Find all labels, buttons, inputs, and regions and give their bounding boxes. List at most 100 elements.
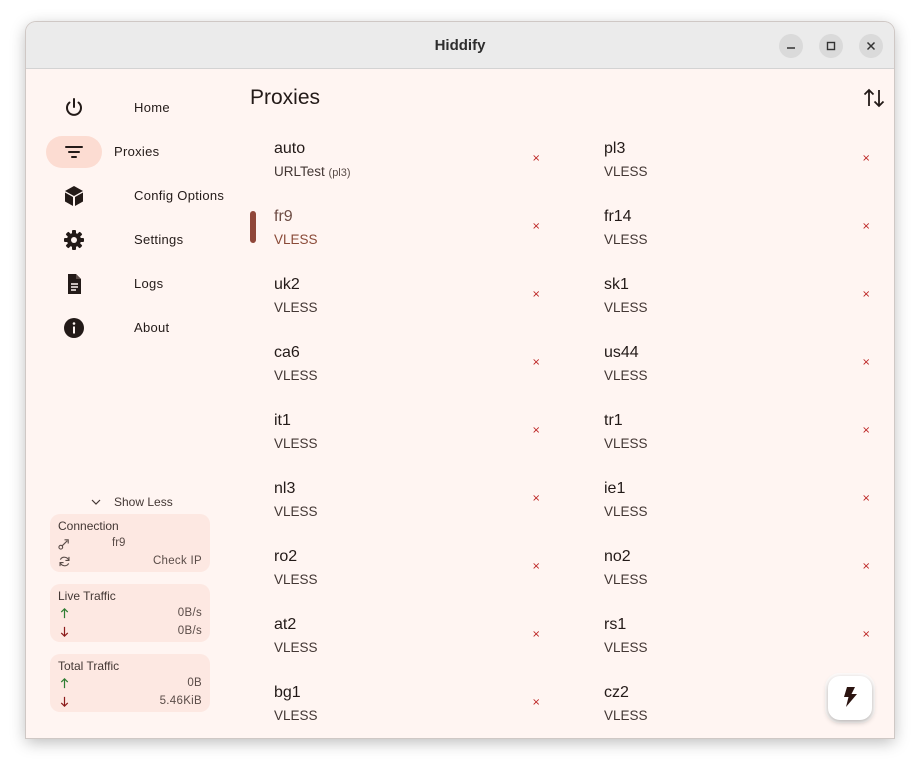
proxy-item[interactable]: auto URLTest (pl3) ×: [250, 134, 570, 202]
delay-indicator[interactable]: ×: [532, 290, 540, 300]
proxy-item[interactable]: nl3 VLESS ×: [250, 474, 570, 542]
proxy-name: auto: [274, 140, 306, 157]
proxy-type-label: VLESS: [604, 368, 648, 383]
proxy-type: VLESS: [274, 572, 318, 587]
proxy-name: ro2: [274, 548, 298, 565]
connection-card: Connection fr9 Check IP: [50, 514, 210, 572]
nav-item-about[interactable]: About: [46, 312, 206, 344]
quick-connect-button[interactable]: [828, 676, 872, 720]
nav-item-proxies[interactable]: [46, 136, 102, 168]
proxy-name: fr14: [604, 208, 632, 225]
proxy-type-label: VLESS: [274, 232, 318, 247]
proxy-item[interactable]: ro2 VLESS ×: [250, 542, 570, 610]
refresh-icon: [59, 556, 70, 567]
proxy-type-label: VLESS: [604, 504, 648, 519]
proxy-name: at2: [274, 616, 297, 633]
proxy-item[interactable]: tr1 VLESS ×: [580, 406, 890, 474]
proxy-item[interactable]: sk1 VLESS ×: [580, 270, 890, 338]
proxy-type: VLESS: [274, 708, 318, 723]
delay-indicator[interactable]: ×: [532, 222, 540, 232]
gear-icon: [64, 230, 84, 250]
proxy-type-label: VLESS: [604, 300, 648, 315]
title-bar[interactable]: Hiddify: [26, 22, 894, 69]
nav-item-config-options[interactable]: Config Options: [46, 180, 224, 212]
proxy-type: VLESS: [604, 164, 648, 179]
nav-label-proxies[interactable]: Proxies: [114, 144, 159, 159]
proxy-item[interactable]: ie1 VLESS ×: [580, 474, 890, 542]
delay-indicator[interactable]: ×: [532, 562, 540, 572]
nav-item-home[interactable]: Home: [46, 92, 206, 124]
proxy-item[interactable]: fr14 VLESS ×: [580, 202, 890, 270]
nav-item-settings[interactable]: Settings: [46, 224, 206, 256]
arrow-up-icon: [60, 608, 69, 619]
proxy-item[interactable]: no2 VLESS ×: [580, 542, 890, 610]
proxy-item[interactable]: pl3 VLESS ×: [580, 134, 890, 202]
minimize-button[interactable]: [779, 34, 803, 58]
route-icon: [58, 539, 69, 550]
delay-indicator[interactable]: ×: [862, 630, 870, 640]
proxy-item[interactable]: uk2 VLESS ×: [250, 270, 570, 338]
proxy-type: VLESS: [604, 436, 648, 451]
proxy-name: fr9: [274, 208, 293, 225]
proxy-type: VLESS: [604, 300, 648, 315]
proxy-type: VLESS: [274, 436, 318, 451]
proxy-item[interactable]: rs1 VLESS ×: [580, 610, 890, 678]
nav-label-about: About: [134, 320, 170, 335]
delay-indicator[interactable]: ×: [862, 426, 870, 436]
delay-indicator[interactable]: ×: [862, 290, 870, 300]
check-ip-button[interactable]: Check IP: [153, 555, 202, 567]
proxy-name: ie1: [604, 480, 626, 497]
connection-title: Connection: [58, 519, 119, 533]
proxy-type-label: VLESS: [274, 572, 318, 587]
delay-indicator[interactable]: ×: [532, 426, 540, 436]
proxy-item[interactable]: us44 VLESS ×: [580, 338, 890, 406]
proxy-type-label: VLESS: [604, 164, 648, 179]
proxy-type: VLESS: [604, 640, 648, 655]
connection-proxy-name: fr9: [112, 537, 126, 549]
proxy-item[interactable]: it1 VLESS ×: [250, 406, 570, 474]
close-button[interactable]: [859, 34, 883, 58]
delay-indicator[interactable]: ×: [532, 630, 540, 640]
proxy-name: nl3: [274, 480, 296, 497]
connection-proxy-row: fr9: [58, 536, 202, 552]
selected-indicator: [250, 211, 256, 243]
proxy-type-label: VLESS: [274, 708, 318, 723]
proxy-item[interactable]: at2 VLESS ×: [250, 610, 570, 678]
proxy-name: bg1: [274, 684, 301, 701]
delay-indicator[interactable]: ×: [532, 698, 540, 708]
proxy-type: URLTest (pl3): [274, 164, 351, 179]
proxy-type: VLESS: [604, 368, 648, 383]
sort-button[interactable]: [860, 84, 888, 112]
maximize-icon: [826, 41, 836, 51]
proxy-type: VLESS: [274, 640, 318, 655]
live-download-value: 0B/s: [177, 625, 202, 637]
check-ip-row[interactable]: Check IP: [58, 554, 202, 570]
proxy-name: us44: [604, 344, 639, 361]
delay-indicator[interactable]: ×: [862, 358, 870, 368]
proxy-type-label: VLESS: [604, 572, 648, 587]
delay-indicator[interactable]: ×: [862, 562, 870, 572]
proxy-type-label: VLESS: [274, 640, 318, 655]
proxy-type-label: URLTest: [274, 164, 325, 179]
delay-indicator[interactable]: ×: [532, 494, 540, 504]
proxy-list: auto URLTest (pl3) × pl3 VLESS × fr9 VLESS × fr14…: [250, 134, 890, 738]
live-download-row: 0B/s: [58, 624, 202, 640]
delay-indicator[interactable]: ×: [532, 154, 540, 164]
delay-indicator[interactable]: ×: [862, 154, 870, 164]
proxy-name: it1: [274, 412, 291, 429]
delay-indicator[interactable]: ×: [532, 358, 540, 368]
proxy-type: VLESS: [274, 300, 318, 315]
proxy-item[interactable]: bg1 VLESS ×: [250, 678, 570, 738]
live-traffic-card: Live Traffic 0B/s 0B/s: [50, 584, 210, 642]
total-download-value: 5.46KiB: [159, 695, 202, 707]
delay-indicator[interactable]: ×: [862, 494, 870, 504]
nav-item-logs[interactable]: Logs: [46, 268, 206, 300]
proxy-type: VLESS: [604, 504, 648, 519]
proxy-item[interactable]: ca6 VLESS ×: [250, 338, 570, 406]
maximize-button[interactable]: [819, 34, 843, 58]
proxy-item[interactable]: fr9 VLESS ×: [250, 202, 570, 270]
proxy-type-sub: (pl3): [328, 167, 351, 179]
proxy-type-label: VLESS: [604, 232, 648, 247]
delay-indicator[interactable]: ×: [862, 222, 870, 232]
proxy-type-label: VLESS: [604, 436, 648, 451]
